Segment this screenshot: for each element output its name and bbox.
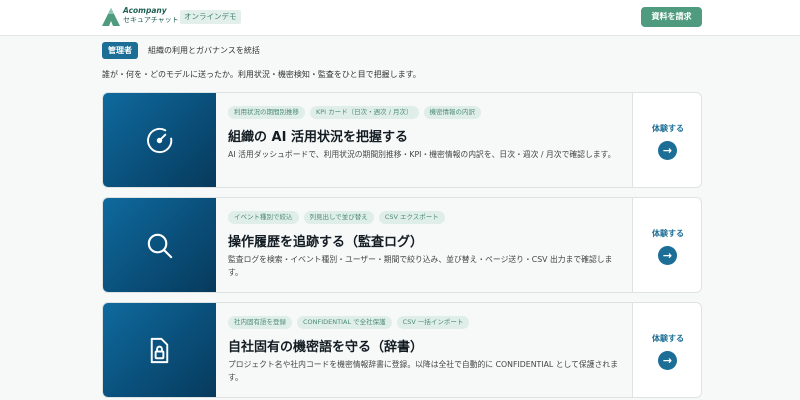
brand[interactable]: Acompany セキュアチャット <box>123 7 179 24</box>
tag: 社内固有語を登録 <box>228 316 292 329</box>
demo-tag: オンラインデモ <box>180 10 241 24</box>
search-icon <box>147 233 173 259</box>
request-materials-button[interactable]: 資料を請求 <box>641 7 702 27</box>
role-description: 組織の利用とガバナンスを統括 <box>148 46 260 55</box>
tag-list: 社内固有語を登録 CONFIDENTIAL で全社保護 CSV 一括インポート <box>228 316 470 329</box>
top-header: Acompany セキュアチャット オンラインデモ 資料を請求 <box>0 0 800 36</box>
tag: KPI カード（日次・週次 / 月次） <box>310 106 419 119</box>
card-body: 社内固有語を登録 CONFIDENTIAL で全社保護 CSV 一括インポート … <box>216 303 633 397</box>
tag: 機密情報の内訳 <box>423 106 481 119</box>
card-action[interactable]: 体験する → <box>633 303 701 397</box>
tag: 列見出しで並び替え <box>303 211 374 224</box>
try-label[interactable]: 体験する <box>633 123 701 134</box>
tag: CSV 一括インポート <box>396 316 470 329</box>
try-label[interactable]: 体験する <box>633 333 701 344</box>
tag: CSV エクスポート <box>378 211 445 224</box>
tag-list: 利用状況の期間別推移 KPI カード（日次・週次 / 月次） 機密情報の内訳 <box>228 106 481 119</box>
card-body: 利用状況の期間別推移 KPI カード（日次・週次 / 月次） 機密情報の内訳 組… <box>216 93 633 187</box>
brand-name: Acompany <box>123 6 167 15</box>
brand-subtitle: セキュアチャット <box>123 15 179 24</box>
tag: 利用状況の期間別推移 <box>228 106 305 119</box>
feature-card-dictionary[interactable]: 社内固有語を登録 CONFIDENTIAL で全社保護 CSV 一括インポート … <box>102 302 702 398</box>
gauge-icon <box>147 127 173 154</box>
card-title: 操作履歴を追跡する（監査ログ） <box>228 235 424 250</box>
card-media <box>103 198 216 292</box>
arrow-right-icon[interactable]: → <box>658 246 677 265</box>
card-action[interactable]: 体験する → <box>633 93 701 187</box>
card-media <box>103 303 216 397</box>
card-description: プロジェクト名や社内コードを機密情報辞書に登録。以降は全社で自動的に CONFI… <box>228 360 618 382</box>
card-action[interactable]: 体験する → <box>633 198 701 292</box>
arrow-right-icon[interactable]: → <box>658 351 677 370</box>
card-body: イベント種別で絞込 列見出しで並び替え CSV エクスポート 操作履歴を追跡する… <box>216 198 633 292</box>
arrow-right-icon[interactable]: → <box>658 141 677 160</box>
card-title: 組織の AI 活用状況を把握する <box>228 130 408 145</box>
card-title: 自社固有の機密語を守る（辞書） <box>228 340 424 355</box>
card-description: 監査ログを検索・イベント種別・ユーザー・期間で絞り込み、並び替え・ページ送り・C… <box>228 255 613 277</box>
tag-list: イベント種別で絞込 列見出しで並び替え CSV エクスポート <box>228 211 445 224</box>
lead-text: 誰が・何を・どのモデルに送ったか。利用状況・機密検知・監査をひと目で把握します。 <box>102 70 421 79</box>
card-media <box>103 93 216 187</box>
lock-document-icon <box>150 337 169 364</box>
feature-card-audit-log[interactable]: イベント種別で絞込 列見出しで並び替え CSV エクスポート 操作履歴を追跡する… <box>102 197 702 293</box>
tag: CONFIDENTIAL で全社保護 <box>297 316 392 329</box>
tag: イベント種別で絞込 <box>228 211 299 224</box>
role-badge: 管理者 <box>102 42 138 59</box>
feature-card-dashboard[interactable]: 利用状況の期間別推移 KPI カード（日次・週次 / 月次） 機密情報の内訳 組… <box>102 92 702 188</box>
card-description: AI 活用ダッシュボードで、利用状況の期間別推移・KPI・機密情報の内訳を、日次… <box>228 150 616 159</box>
try-label[interactable]: 体験する <box>633 228 701 239</box>
triangle-logo-icon[interactable] <box>102 8 120 26</box>
